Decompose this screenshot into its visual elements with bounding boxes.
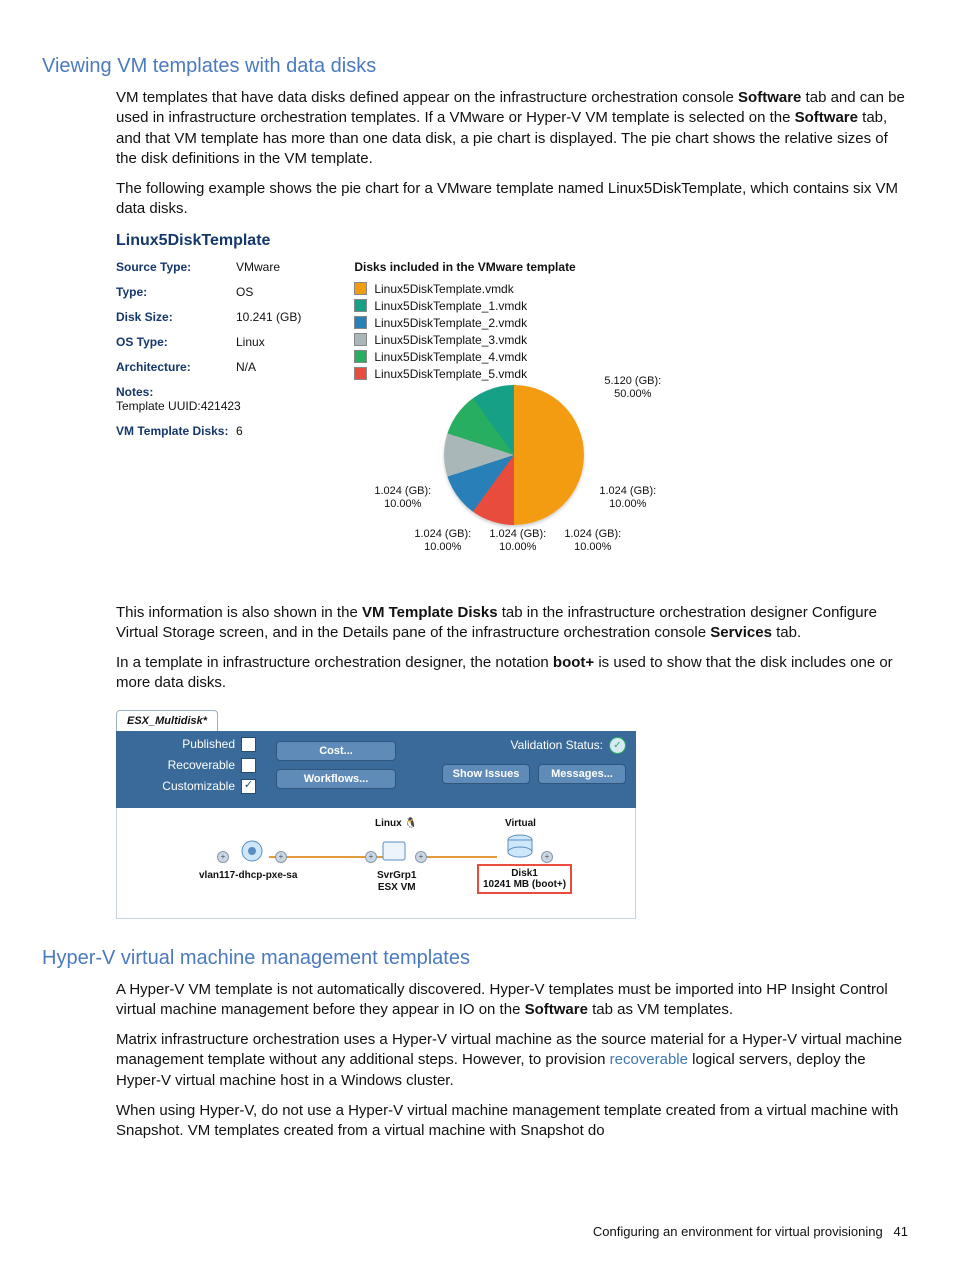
prop-key: Source Type: [116, 260, 236, 274]
vm-icon [379, 836, 409, 866]
pie-icon [444, 385, 584, 525]
slice-label: 1.024 (GB):10.00% [414, 528, 471, 556]
prop-key: OS Type: [116, 335, 236, 349]
bold-software: Software [795, 109, 858, 126]
prop-val: 6 [236, 424, 243, 438]
bold-software: Software [525, 1001, 588, 1018]
prop-val: N/A [236, 360, 256, 374]
prop-val: VMware [236, 260, 280, 274]
text: A Hyper-V VM template is not automatical… [116, 981, 888, 1018]
node-vm-os-label: Linux 🐧 [375, 818, 417, 830]
para-6: Matrix infrastructure orchestration uses… [116, 1030, 908, 1091]
add-node-icon[interactable]: + [415, 851, 427, 863]
text: tab as VM templates. [588, 1001, 733, 1018]
legend-label: Linux5DiskTemplate.vmdk [374, 282, 513, 296]
prop-key: Notes: [116, 385, 236, 399]
show-issues-button[interactable]: Show Issues [442, 764, 530, 784]
prop-val: 10.241 (GB) [236, 310, 301, 324]
section-heading-viewing: Viewing VM templates with data disks [42, 55, 912, 78]
legend-label: Linux5DiskTemplate_3.vmdk [374, 333, 527, 347]
legend-label: Linux5DiskTemplate_4.vmdk [374, 350, 527, 364]
para-1: VM templates that have data disks define… [116, 88, 908, 169]
section-heading-hyperv: Hyper-V virtual machine management templ… [42, 947, 912, 970]
cost-button[interactable]: Cost... [276, 741, 396, 761]
slice-label: 1.024 (GB):10.00% [489, 528, 546, 556]
para-3: This information is also shown in the VM… [116, 603, 908, 644]
node-network-label: vlan117-dhcp-pxe-sa [199, 870, 297, 882]
penguin-icon: 🐧 [404, 818, 416, 829]
tab-esx-multidisk[interactable]: ESX_Multidisk* [116, 710, 218, 731]
para-5: A Hyper-V VM template is not automatical… [116, 980, 908, 1021]
legend-swatch-icon [354, 333, 367, 346]
chart-title: Disks included in the VMware template [354, 260, 794, 274]
node-virtual-label: Virtual [505, 818, 536, 830]
prop-key: Architecture: [116, 360, 236, 374]
add-node-icon[interactable]: + [541, 851, 553, 863]
workflows-button[interactable]: Workflows... [276, 769, 396, 789]
pie-chart: 5.120 (GB):50.00% 1.024 (GB):10.00% 1.02… [354, 385, 794, 585]
prop-val: Linux [236, 335, 265, 349]
legend-label: Linux5DiskTemplate_1.vmdk [374, 299, 527, 313]
template-title: Linux5DiskTemplate [116, 232, 806, 250]
text: This information is also shown in the [116, 604, 362, 621]
page-number: 41 [894, 1224, 908, 1239]
page-footer: Configuring an environment for virtual p… [593, 1224, 908, 1239]
bold-software: Software [738, 89, 801, 106]
messages-button[interactable]: Messages... [538, 764, 626, 784]
slice-label: 1.024 (GB):10.00% [374, 485, 431, 513]
status-ok-icon: ✓ [609, 737, 626, 754]
prop-key: Disk Size: [116, 310, 236, 324]
designer-toolbar: Published Recoverable Customizable ✓ Cost… [116, 731, 636, 808]
recoverable-checkbox[interactable] [241, 758, 256, 773]
legend-label: Linux5DiskTemplate_2.vmdk [374, 316, 527, 330]
disk-icon [505, 832, 535, 862]
customizable-checkbox[interactable]: ✓ [241, 779, 256, 794]
node-vm-label: SvrGrp1ESX VM [377, 870, 416, 894]
designer-canvas: + + vlan117-dhcp-pxe-sa Linux 🐧 + + SvrG… [116, 808, 636, 919]
slice-label: 5.120 (GB):50.00% [604, 375, 661, 403]
prop-val: OS [236, 285, 253, 299]
disk-highlight-box: Disk110241 MB (boot+) [477, 864, 572, 894]
legend-label: Linux5DiskTemplate_5.vmdk [374, 367, 527, 381]
add-node-icon[interactable]: + [217, 851, 229, 863]
add-node-icon[interactable]: + [365, 851, 377, 863]
validation-status-label: Validation Status: [510, 738, 603, 752]
footer-text: Configuring an environment for virtual p… [593, 1224, 883, 1239]
legend-swatch-icon [354, 316, 367, 329]
add-node-icon[interactable]: + [275, 851, 287, 863]
template-properties: Source Type:VMware Type:OS Disk Size:10.… [116, 260, 351, 449]
prop-key: Type: [116, 285, 236, 299]
legend-swatch-icon [354, 367, 367, 380]
flag-customizable-label: Customizable [162, 779, 235, 793]
slice-label: 1.024 (GB):10.00% [564, 528, 621, 556]
bold-bootplus: boot+ [553, 654, 594, 671]
legend-swatch-icon [354, 282, 367, 295]
prop-key: VM Template Disks: [116, 424, 236, 438]
slice-label: 1.024 (GB):10.00% [599, 485, 656, 513]
prop-val: Template UUID:421423 [116, 399, 241, 413]
network-icon [232, 836, 272, 866]
bold-services: Services [710, 624, 772, 641]
text: In a template in infrastructure orchestr… [116, 654, 553, 671]
legend-swatch-icon [354, 299, 367, 312]
para-7: When using Hyper-V, do not use a Hyper-V… [116, 1101, 908, 1142]
bold-vtd: VM Template Disks [362, 604, 498, 621]
text: VM templates that have data disks define… [116, 89, 738, 106]
para-2: The following example shows the pie char… [116, 179, 908, 220]
figure-vmware-template: Linux5DiskTemplate Source Type:VMware Ty… [116, 232, 806, 585]
figure-designer: ESX_Multidisk* Published Recoverable Cus… [116, 710, 636, 919]
flag-published-label: Published [182, 737, 235, 751]
legend-swatch-icon [354, 350, 367, 363]
text: tab. [772, 624, 801, 641]
published-checkbox[interactable] [241, 737, 256, 752]
para-4: In a template in infrastructure orchestr… [116, 653, 908, 694]
flag-recoverable-label: Recoverable [168, 758, 235, 772]
recoverable-link[interactable]: recoverable [610, 1051, 688, 1068]
